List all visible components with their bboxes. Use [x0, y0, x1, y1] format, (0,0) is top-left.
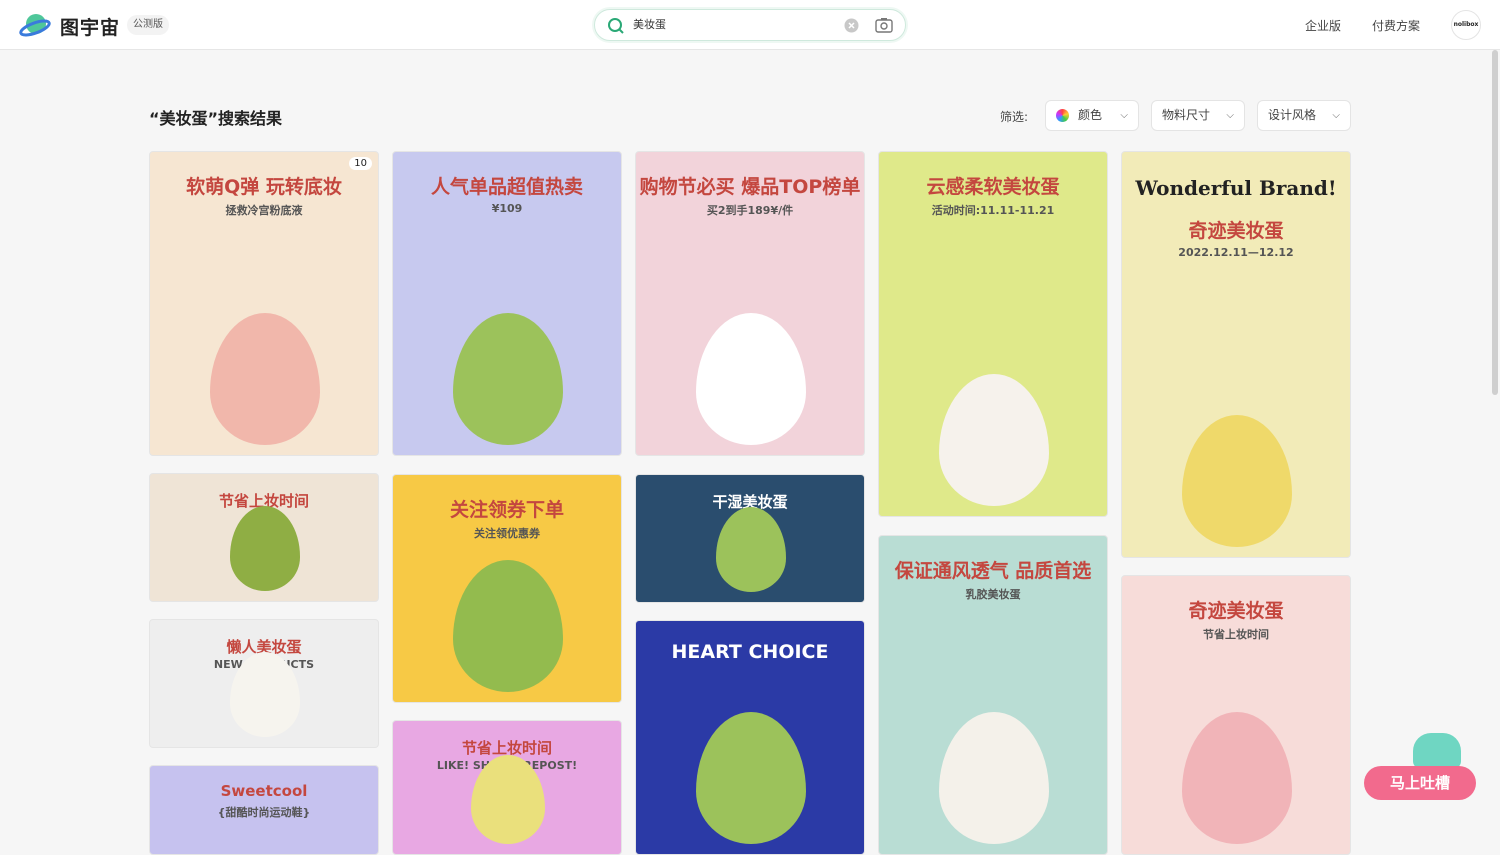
beauty-sponge-image [715, 506, 787, 592]
card-subtitle: 活动时间:11.11-11.21 [931, 204, 1055, 217]
result-card[interactable]: Wonderful Brand! 奇迹美妆蛋 2022.12.11—12.12 [1121, 151, 1351, 558]
beauty-sponge-image [939, 712, 1049, 844]
card-subtitle: {甜酷时尚运动鞋} [217, 806, 311, 819]
avatar[interactable]: nolibox [1451, 10, 1481, 40]
beauty-sponge-image [1182, 712, 1292, 844]
search-input[interactable] [633, 17, 833, 30]
beauty-sponge-image [1182, 415, 1292, 547]
card-title: 保证通风透气 品质首选 [894, 560, 1092, 582]
filter-style[interactable]: 设计风格 ⌵ [1257, 100, 1351, 131]
result-card[interactable]: 云感柔软美妆蛋活动时间:11.11-11.21 [878, 151, 1108, 517]
result-card[interactable]: 人气单品超值热卖 ¥109 [392, 151, 622, 456]
beauty-sponge-image [210, 313, 320, 445]
card-title: HEART CHOICE [671, 641, 829, 663]
card-title: 奇迹美妆蛋 [1188, 600, 1284, 622]
search-bar [594, 9, 906, 41]
result-card[interactable]: 节省上妆时间 [149, 473, 379, 602]
beauty-sponge-image [696, 712, 806, 844]
filter-color-label: 颜色 [1078, 108, 1103, 122]
feedback-button[interactable]: 马上吐槽 [1364, 766, 1476, 800]
top-bar: 图宇宙 公测版 企业版 付费方案 nolibox [0, 0, 1500, 50]
result-card[interactable]: HEART CHOICE [635, 620, 865, 855]
camera-icon[interactable] [875, 17, 893, 33]
card-title: 购物节必买 爆品TOP榜单 [639, 176, 861, 198]
color-wheel-icon [1056, 109, 1069, 122]
chevron-down-icon: ⌵ [1120, 110, 1128, 121]
card-subtitle: ¥109 [491, 202, 523, 215]
clear-icon[interactable] [844, 18, 859, 33]
chevron-down-icon: ⌵ [1226, 110, 1234, 121]
result-card[interactable]: 软萌Q弹 玩转底妆拯救冷宫粉底液 10 [149, 151, 379, 456]
filter-size[interactable]: 物料尺寸 ⌵ [1151, 100, 1245, 131]
beauty-sponge-image [696, 313, 806, 445]
result-card[interactable]: 购物节必买 爆品TOP榜单买2到手189¥/件 [635, 151, 865, 456]
card-subtitle: 拯救冷宫粉底液 [225, 204, 303, 217]
result-card[interactable]: 保证通风透气 品质首选乳胶美妆蛋 [878, 535, 1108, 855]
card-title: 云感柔软美妆蛋 [926, 176, 1060, 198]
filter-size-label: 物料尺寸 [1162, 108, 1211, 122]
beauty-sponge-image [453, 313, 563, 445]
card-subtitle: 2022.12.11—12.12 [1178, 246, 1294, 259]
page-count-badge: 10 [349, 157, 372, 170]
card-subtitle: 买2到手189¥/件 [706, 204, 794, 217]
result-card[interactable]: 懒人美妆蛋NEW PRODUCTS [149, 619, 379, 748]
mascot-icon [1413, 733, 1461, 769]
brand-name[interactable]: 图宇宙 [60, 13, 120, 40]
card-title: Sweetcool [220, 782, 308, 800]
beauty-sponge-image [939, 374, 1049, 506]
card-extra: Wonderful Brand! [1135, 176, 1337, 200]
beauty-sponge-image [453, 560, 563, 692]
result-card[interactable]: Sweetcool {甜酷时尚运动鞋} [149, 765, 379, 855]
result-card[interactable]: 节省上妆时间LIKE! SHARE! REPOST! [392, 720, 622, 855]
nav-enterprise[interactable]: 企业版 [1305, 17, 1341, 34]
page-title: “美妆蛋”搜索结果 [149, 109, 283, 128]
card-subtitle: 节省上妆时间 [1203, 628, 1269, 641]
result-card[interactable]: 干湿美妆蛋 [635, 474, 865, 603]
card-title: 奇迹美妆蛋 [1188, 220, 1284, 242]
chevron-down-icon: ⌵ [1332, 110, 1340, 121]
search-icon [608, 18, 624, 34]
card-title: 关注领券下单 [449, 499, 564, 521]
card-subtitle: 关注领优惠券 [474, 527, 540, 540]
card-title: 人气单品超值热卖 [430, 176, 583, 198]
filter-color[interactable]: 颜色 ⌵ [1045, 100, 1139, 131]
nav-pricing[interactable]: 付费方案 [1372, 17, 1420, 34]
logo-icon[interactable] [19, 12, 51, 38]
card-subtitle: 乳胶美妆蛋 [965, 588, 1021, 601]
beauty-sponge-image [229, 505, 301, 591]
result-card[interactable]: 关注领券下单关注领优惠券 [392, 474, 622, 703]
result-card[interactable]: 奇迹美妆蛋节省上妆时间 [1121, 575, 1351, 855]
filter-label: 筛选: [1000, 110, 1029, 124]
beta-badge: 公测版 [127, 15, 169, 35]
card-title: 软萌Q弹 玩转底妆 [186, 176, 342, 198]
scrollbar[interactable] [1492, 50, 1498, 395]
filter-style-label: 设计风格 [1268, 108, 1317, 122]
